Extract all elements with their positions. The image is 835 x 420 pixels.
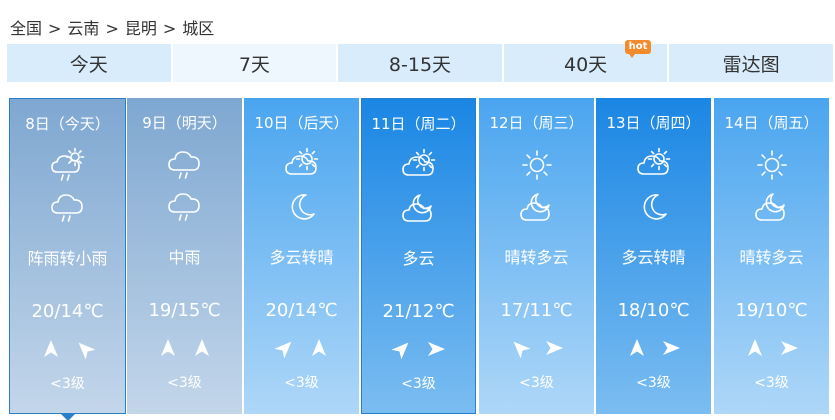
breadcrumb-district: 城区 [182,19,215,38]
tab-radar[interactable]: 雷达图 [669,44,833,82]
wind-north-icon [627,338,647,358]
day-card[interactable]: 11日（周二） 多云 21/12℃ <3级 [361,98,476,414]
temperature-range: 20/14℃ [265,300,338,321]
wind-north-icon [745,338,765,358]
wind-directions [10,339,125,360]
breadcrumb-separator: > [105,19,119,38]
day-date: 9日（明天） [142,114,227,132]
breadcrumb-separator: > [48,19,62,38]
weather-description: 中雨 [168,248,201,267]
breadcrumb-province[interactable]: 云南 [67,19,99,38]
day-date: 10日（后天） [254,114,349,132]
wind-directions [714,338,829,358]
selected-pointer [59,413,76,420]
day-card[interactable]: 10日（后天） 多云转晴 20/14℃ <3级 [244,98,359,414]
wind-east-icon [426,339,446,359]
tab-label: 40天 [563,53,608,76]
rain-cloud-sun-icon [50,147,84,181]
moon-icon [643,194,667,220]
wind-level: <3级 [636,375,671,391]
moon-cloud-icon [401,194,432,222]
rain-cloud-icon [167,151,200,179]
wind-directions [127,338,242,358]
wind-north-icon [309,338,329,358]
wind-directions [244,338,359,359]
moon-cloud-icon [754,193,785,221]
tab-7-days[interactable]: 7天 [172,44,337,82]
day-date: 14日（周五） [724,114,819,132]
wind-northwest-icon [75,339,96,360]
wind-east-icon [661,338,681,358]
wind-level: <3级 [519,375,554,391]
day-card[interactable]: 12日（周三） 晴转多云 17/11℃ <3级 [479,98,594,414]
wind-directions [479,338,594,359]
wind-east-icon [544,338,564,358]
day-date: 13日（周四） [606,114,701,132]
forecast-tabs: 今天 7天 8-15天 40天 hot 雷达图 [7,40,833,82]
temperature-range: 18/10℃ [617,300,690,321]
weather-description: 晴转多云 [739,248,804,267]
wind-east-icon [779,338,799,358]
rain-cloud-icon [50,194,83,222]
day-date: 11日（周二） [371,115,466,133]
tab-8-15-days[interactable]: 8-15天 [338,44,502,82]
sun-icon [521,150,552,180]
partly-cloudy-icon [284,147,318,175]
wind-north-icon [158,338,178,358]
wind-northwest-icon [510,338,531,359]
weather-description: 阵雨转小雨 [27,249,108,268]
moon-cloud-icon [519,193,550,221]
day-date: 12日（周三） [489,114,584,132]
temperature-range: 17/11℃ [500,300,573,321]
wind-directions [362,339,475,360]
day-card[interactable]: 13日（周四） 多云转晴 18/10℃ <3级 [596,98,711,414]
weather-description: 晴转多云 [504,248,569,267]
partly-cloudy-icon [401,148,435,176]
wind-level: <3级 [401,376,436,392]
wind-northeast-icon [273,338,295,359]
weather-description: 多云转晴 [621,248,686,267]
breadcrumb-separator: > [162,19,177,38]
day-card[interactable]: 9日（明天） 中雨 19/15℃ <3级 [127,98,242,414]
moon-icon [291,194,315,220]
tab-today[interactable]: 今天 [7,44,171,82]
weather-description: 多云 [402,249,435,268]
temperature-range: 21/12℃ [382,301,455,322]
temperature-range: 19/10℃ [735,300,808,321]
weather-description: 多云转晴 [269,248,334,267]
wind-level: <3级 [754,375,789,391]
partly-cloudy-icon [636,147,670,175]
tab-40-days[interactable]: 40天 hot [503,40,668,82]
wind-level: <3级 [167,375,202,391]
forecast-days: 8日（今天） 阵雨转小雨 20/14℃ <3级 9日（明天） 中雨 19/15℃… [9,98,829,420]
breadcrumb: 全国 > 云南 > 昆明 > 城区 [10,15,214,39]
wind-north-icon [41,339,61,359]
rain-cloud-icon [167,193,200,221]
temperature-range: 19/15℃ [148,300,221,321]
day-card[interactable]: 8日（今天） 阵雨转小雨 20/14℃ <3级 [9,98,126,420]
wind-level: <3级 [284,375,319,391]
temperature-range: 20/14℃ [31,301,104,322]
hot-badge: hot [624,40,652,58]
breadcrumb-city[interactable]: 昆明 [125,19,157,38]
day-card[interactable]: 14日（周五） 晴转多云 19/10℃ <3级 [714,98,829,414]
wind-north-icon [192,338,212,358]
day-date: 8日（今天） [25,115,110,133]
breadcrumb-country[interactable]: 全国 [10,19,42,38]
sun-icon [756,150,787,180]
wind-directions [596,338,711,358]
wind-level: <3级 [50,376,85,392]
wind-northeast-icon [390,339,412,360]
